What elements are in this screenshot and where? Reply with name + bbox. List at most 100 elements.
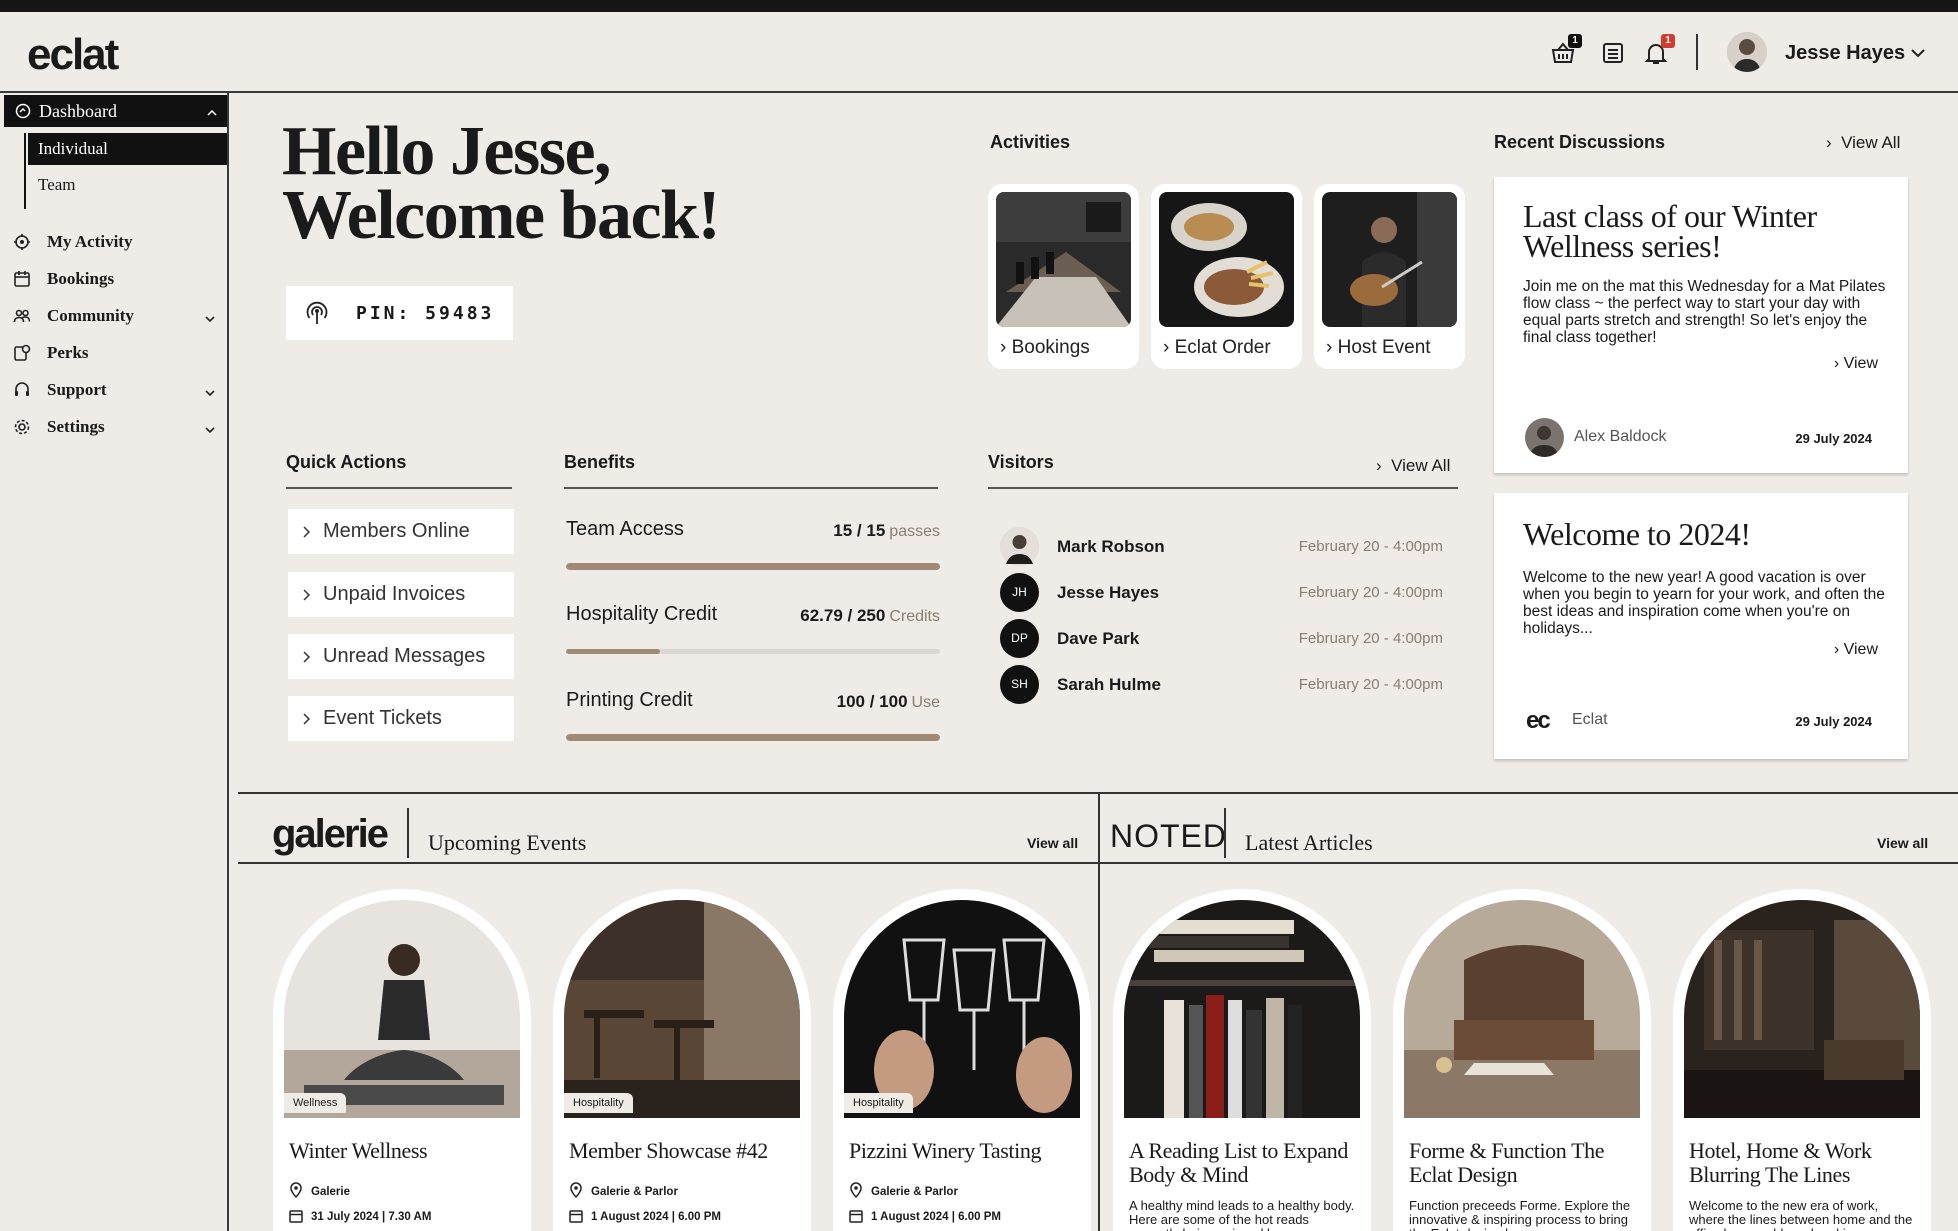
greeting: Hello Jesse, Welcome back!: [282, 113, 721, 251]
submenu-line: [24, 133, 26, 209]
quick-action-unpaid-invoices[interactable]: Unpaid Invoices: [288, 572, 514, 617]
visitors-view-all[interactable]: › View All: [1376, 456, 1450, 476]
sidebar-subitem-individual[interactable]: Individual: [28, 133, 227, 165]
event-title: Member Showcase #42: [569, 1138, 768, 1163]
document-icon[interactable]: [1600, 40, 1626, 66]
benefit-value: 62.79 / 250 Credits: [800, 606, 940, 626]
sidebar-item-bookings[interactable]: Bookings: [0, 263, 227, 295]
benefit-name: Printing Credit: [566, 689, 693, 711]
chevron-down-icon[interactable]: [1910, 46, 1926, 64]
visitor-row[interactable]: Mark Robson February 20 - 4:00pm: [1000, 527, 1458, 567]
quick-action-label: Members Online: [323, 520, 470, 542]
sidebar-item-my-activity[interactable]: My Activity: [0, 226, 227, 258]
calendar-icon: [13, 270, 31, 293]
event-card[interactable]: Hospitality Pizzini Winery Tasting Galer…: [833, 889, 1091, 1231]
chevron-right-icon: ›: [1833, 641, 1840, 658]
header-divider: [1696, 34, 1698, 70]
visitor-avatar: SH: [1000, 665, 1039, 704]
activity-card-host-event[interactable]: › Host Event: [1314, 184, 1465, 369]
article-card[interactable]: Forme & Function The Eclat Design Functi…: [1393, 889, 1651, 1231]
sidebar-item-settings[interactable]: Settings: [0, 411, 227, 443]
article-card[interactable]: Hotel, Home & Work Blurring The Lines We…: [1673, 889, 1931, 1231]
article-excerpt: Function preceeds Forme. Explore the inn…: [1409, 1198, 1631, 1231]
visitor-row[interactable]: SH Sarah Hulme February 20 - 4:00pm: [1000, 665, 1458, 705]
event-datetime: 31 July 2024 | 7.30 AM: [289, 1209, 431, 1223]
benefit-name: Team Access: [566, 518, 684, 540]
perks-icon: [13, 344, 31, 367]
visitor-time: February 20 - 4:00pm: [1298, 584, 1443, 601]
visitor-time: February 20 - 4:00pm: [1298, 676, 1443, 693]
cart-badge: 1: [1568, 34, 1582, 48]
visitor-row[interactable]: DP Dave Park February 20 - 4:00pm: [1000, 619, 1458, 659]
basket-icon[interactable]: 1: [1550, 34, 1582, 66]
noted-logo: NOTED: [1110, 818, 1227, 854]
events-view-all[interactable]: View all: [1027, 835, 1078, 851]
armchair-image: [1404, 900, 1640, 1118]
activities-title: Activities: [990, 132, 1071, 152]
datetime-text: 31 July 2024 | 7.30 AM: [311, 1211, 432, 1223]
user-avatar[interactable]: [1727, 32, 1767, 72]
benefits-title: Benefits: [564, 452, 636, 472]
event-card[interactable]: Hospitality Member Showcase #42 Galerie …: [553, 889, 811, 1231]
articles-view-all[interactable]: View all: [1877, 835, 1928, 851]
benefit-unit: passes: [889, 523, 940, 540]
benefit-amount: 62.79 / 250: [800, 606, 886, 625]
event-datetime: 1 August 2024 | 6.00 PM: [849, 1209, 1001, 1223]
location-text: Galerie & Parlor: [591, 1186, 678, 1198]
activity-label: › Bookings: [1000, 337, 1090, 359]
quick-action-unread-messages[interactable]: Unread Messages: [288, 634, 514, 679]
sidebar-subitem-team[interactable]: Team: [28, 169, 227, 201]
discussion-view-link[interactable]: › View: [1834, 641, 1878, 659]
sidebar-item-label: Community: [47, 306, 134, 325]
discussion-view-link[interactable]: › View: [1834, 355, 1878, 373]
discussion-body: Welcome to the new year! A good vacation…: [1523, 569, 1885, 637]
eclat-mark-icon: ec: [1526, 707, 1551, 734]
event-tag: Wellness: [284, 1093, 347, 1113]
discussion-card[interactable]: Last class of our Winter Wellness series…: [1494, 177, 1908, 473]
activity-card-eclat-order[interactable]: › Eclat Order: [1151, 184, 1302, 369]
divider: [407, 808, 409, 858]
benefit-name: Hospitality Credit: [566, 603, 718, 625]
sidebar-item-support[interactable]: Support: [0, 374, 227, 406]
eclat-logo[interactable]: eclat: [27, 30, 119, 80]
benefit-unit: Credits: [889, 608, 940, 625]
visitors-title: Visitors: [988, 452, 1054, 472]
author-avatar: [1525, 418, 1564, 457]
discussion-card[interactable]: Welcome to 2024! Welcome to the new year…: [1494, 493, 1908, 759]
user-name[interactable]: Jesse Hayes: [1785, 42, 1905, 65]
sidebar-item-label: Perks: [47, 343, 89, 362]
location-text: Galerie: [311, 1186, 350, 1198]
benefit-progress-bar: [566, 563, 940, 570]
event-card[interactable]: Wellness Winter Wellness Galerie 31 July…: [273, 889, 531, 1231]
dashboard-icon: [15, 103, 31, 124]
bell-icon[interactable]: 1: [1643, 34, 1675, 66]
progress-fill: [566, 563, 940, 570]
chevron-down-icon: [205, 310, 215, 328]
activity-label-text: Eclat Order: [1174, 337, 1271, 358]
sidebar-item-dashboard[interactable]: Dashboard: [4, 95, 227, 127]
discussions-view-all[interactable]: › View All: [1826, 133, 1900, 153]
quick-action-members-online[interactable]: Members Online: [288, 509, 514, 554]
discussion-body: Join me on the mat this Wednesday for a …: [1523, 278, 1886, 346]
sidebar-item-community[interactable]: Community: [0, 300, 227, 332]
activity-label-text: Host Event: [1337, 337, 1431, 358]
quick-action-event-tickets[interactable]: Event Tickets: [288, 696, 514, 741]
food-image: [1159, 192, 1294, 327]
app-window: eclat 1 1 Jesse Hayes Dashboard Individu…: [0, 12, 1958, 1231]
quick-action-label: Unread Messages: [323, 645, 486, 667]
pin-card: PIN: 59483: [286, 286, 513, 340]
chevron-down-icon: [205, 421, 215, 439]
visitor-row[interactable]: JH Jesse Hayes February 20 - 4:00pm: [1000, 573, 1458, 613]
location-text: Galerie & Parlor: [871, 1186, 958, 1198]
galerie-logo: galerie: [272, 812, 389, 856]
activity-card-bookings[interactable]: › Bookings: [988, 184, 1139, 369]
greeting-line-1: Hello Jesse,: [282, 113, 612, 190]
sidebar-item-perks[interactable]: Perks: [0, 337, 227, 369]
divider: [1098, 792, 1100, 1231]
chevron-right-icon: ›: [1000, 337, 1007, 358]
article-card[interactable]: A Reading List to Expand Body & Mind A h…: [1113, 889, 1371, 1231]
signal-icon: [304, 300, 330, 331]
sidebar: Dashboard Individual Team My Activity Bo…: [0, 93, 229, 1231]
discussion-author: Eclat: [1572, 711, 1608, 728]
headset-icon: [13, 381, 31, 404]
